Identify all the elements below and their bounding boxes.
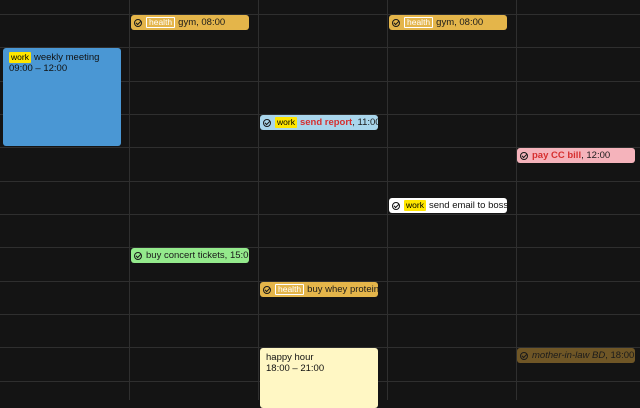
tag-health: health [275, 284, 305, 295]
event-title: buy whey protein, 1 [307, 284, 378, 295]
event-title: pay CC bill [532, 150, 582, 161]
hour-divider [0, 14, 640, 15]
column-divider [387, 0, 388, 400]
event-title: gym [178, 17, 197, 28]
event-happy-hour[interactable]: happy hour 18:00 – 21:00 [260, 348, 378, 408]
event-title: gym [436, 17, 455, 28]
hour-divider [0, 214, 640, 215]
event-gym[interactable]: health gym , 08:00 [389, 15, 507, 30]
tag-work: work [275, 117, 297, 128]
tag-health: health [146, 17, 176, 28]
task-check-icon[interactable] [520, 351, 528, 360]
column-divider [129, 0, 130, 400]
task-check-icon[interactable] [520, 151, 528, 160]
event-buy-whey-protein[interactable]: health buy whey protein, 1 [260, 282, 378, 297]
event-time: , 08:00 [454, 17, 484, 28]
column-divider [516, 0, 517, 400]
event-title: weekly meeting [33, 52, 100, 63]
event-title: mother-in-law BD [532, 350, 606, 361]
event-title: send email to boss, [428, 200, 507, 211]
tag-work: work [9, 52, 31, 63]
event-time: , 08:00 [196, 17, 226, 28]
task-check-icon[interactable] [134, 18, 142, 27]
event-mother-in-law-bd[interactable]: mother-in-law BD , 18:00 [517, 348, 635, 363]
task-check-icon[interactable] [392, 201, 400, 210]
event-buy-concert-tickets[interactable]: buy concert tickets , 15:00 [131, 248, 249, 263]
event-title: send report [299, 117, 353, 128]
column-divider [258, 0, 259, 400]
task-check-icon[interactable] [134, 251, 142, 260]
task-check-icon[interactable] [392, 18, 400, 27]
event-title: buy concert tickets [146, 250, 225, 261]
tag-work: work [404, 200, 426, 211]
event-time: , 18:00 [605, 350, 635, 361]
event-time: , 12:00 [581, 150, 611, 161]
task-check-icon[interactable] [263, 118, 271, 127]
event-time: , 11:00 [352, 117, 378, 128]
event-time: 09:00 – 12:00 [9, 63, 68, 74]
event-send-report[interactable]: work send report , 11:00 [260, 115, 378, 130]
hour-divider [0, 247, 640, 248]
event-time: , 15:00 [224, 250, 249, 261]
hour-divider [0, 181, 640, 182]
event-time: 18:00 – 21:00 [266, 363, 325, 374]
event-pay-cc-bill[interactable]: pay CC bill , 12:00 [517, 148, 635, 163]
event-send-email[interactable]: work send email to boss, [389, 198, 507, 213]
task-check-icon[interactable] [263, 285, 271, 294]
event-weekly-meeting[interactable]: work weekly meeting 09:00 – 12:00 [3, 48, 121, 146]
tag-health: health [404, 17, 434, 28]
event-gym[interactable]: health gym , 08:00 [131, 15, 249, 30]
hour-divider [0, 314, 640, 315]
event-title: happy hour [266, 352, 314, 363]
